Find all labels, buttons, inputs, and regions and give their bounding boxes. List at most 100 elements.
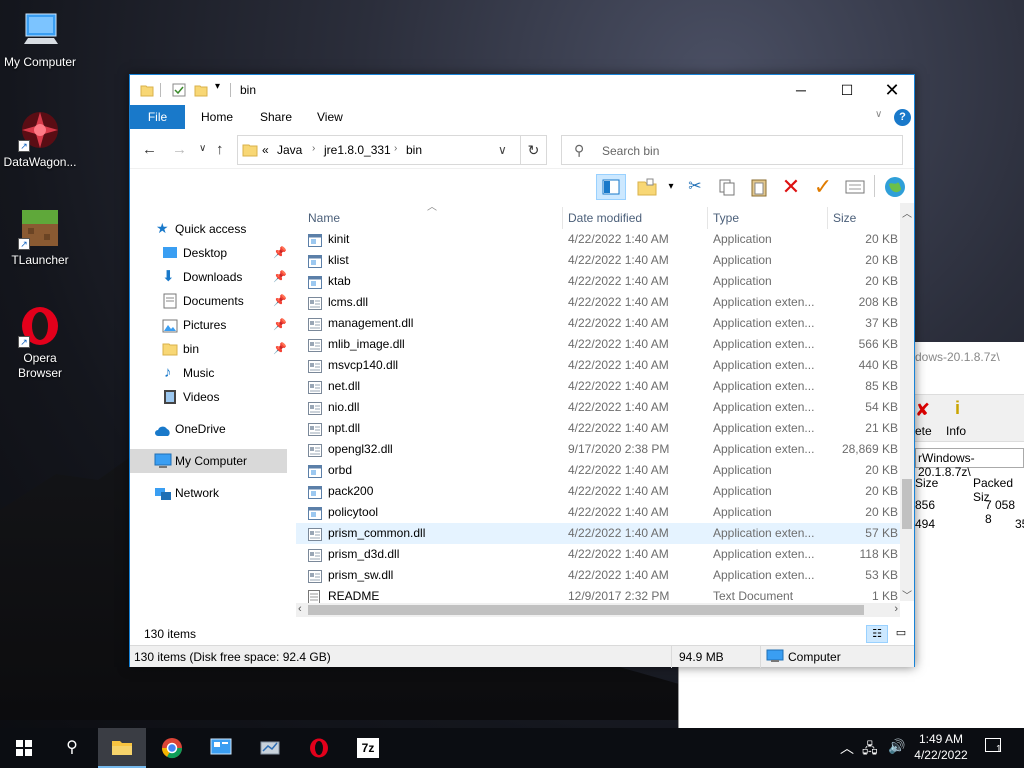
table-row[interactable]: lcms.dll 4/22/2022 1:40 AM Application ext… <box>296 292 900 313</box>
address-dropdown-chevron-icon[interactable]: ∨ <box>498 143 507 157</box>
table-row[interactable]: npt.dll 4/22/2022 1:40 AM Application exte… <box>296 418 900 439</box>
cut-icon[interactable]: ✂ <box>682 174 708 200</box>
pin-icon[interactable]: 📌 <box>273 337 287 361</box>
table-row[interactable]: opengl32.dll 9/17/2020 2:38 PM Application… <box>296 439 900 460</box>
nav-my-computer[interactable]: My Computer <box>130 449 287 473</box>
scroll-down-arrow-icon[interactable]: ﹀ <box>902 587 912 602</box>
bg-window-path[interactable]: rWindows-20.1.8.7z\ <box>915 448 1024 479</box>
customize-qa-chevron-icon[interactable]: ▾ <box>215 81 220 92</box>
expand-ribbon-chevron-icon[interactable]: ∨ <box>875 109 882 120</box>
pin-icon[interactable]: 📌 <box>273 241 287 265</box>
title-bar[interactable]: ▾ bin ─ ☐ ✕ <box>130 75 914 105</box>
scroll-right-arrow-icon[interactable]: › <box>894 603 898 615</box>
checkmark-icon[interactable]: ✓ <box>810 174 836 200</box>
table-row[interactable]: policytool 4/22/2022 1:40 AM Application 20… <box>296 502 900 523</box>
paste-icon[interactable] <box>746 174 772 200</box>
table-row[interactable]: ktab 4/22/2022 1:40 AM Application 20 KB <box>296 271 900 292</box>
nav-documents[interactable]: Documents 📌 <box>130 289 292 313</box>
info-icon[interactable]: i <box>955 398 960 419</box>
table-row[interactable]: kinit 4/22/2022 1:40 AM Application 20 KB <box>296 229 900 250</box>
breadcrumb-overflow[interactable]: « <box>262 143 269 157</box>
desktop-icon-tlauncher[interactable]: ↗ TLauncher <box>0 206 80 268</box>
column-header-type[interactable]: Type <box>713 207 739 229</box>
globe-icon[interactable] <box>882 174 908 200</box>
back-arrow-icon[interactable]: ← <box>142 141 157 158</box>
search-icon[interactable]: ⚲ <box>48 728 96 768</box>
refresh-button[interactable]: ↻ <box>520 135 547 165</box>
network-icon[interactable]: 🖧 <box>862 738 878 762</box>
opera-icon[interactable] <box>295 728 343 768</box>
delete-icon[interactable]: ✘ <box>915 400 930 421</box>
tab-home[interactable]: Home <box>187 105 247 129</box>
nav-downloads[interactable]: ⬇ Downloads 📌 <box>130 265 292 289</box>
nav-pictures[interactable]: Pictures 📌 <box>130 313 292 337</box>
nav-videos[interactable]: Videos <box>130 385 292 409</box>
network-tool-icon[interactable] <box>246 728 294 768</box>
breadcrumb-separator-icon[interactable]: › <box>312 143 315 154</box>
pin-icon[interactable]: 📌 <box>273 289 287 313</box>
breadcrumb-java[interactable]: Java <box>277 143 302 157</box>
address-bar[interactable]: « Java › jre1.8.0_331 › bin ∨ <box>237 135 547 165</box>
properties-icon[interactable] <box>172 83 186 100</box>
file-explorer-icon[interactable] <box>98 728 146 768</box>
nav-onedrive[interactable]: OneDrive <box>130 417 292 441</box>
bg-col-size[interactable]: Size <box>915 476 938 490</box>
breadcrumb-jre[interactable]: jre1.8.0_331 <box>324 143 391 157</box>
up-arrow-icon[interactable]: ↑ <box>216 141 224 158</box>
column-separator[interactable] <box>827 207 828 229</box>
7zip-icon[interactable]: 7z <box>344 728 392 768</box>
table-row[interactable]: orbd 4/22/2022 1:40 AM Application 20 KB <box>296 460 900 481</box>
copy-icon[interactable] <box>714 174 740 200</box>
column-separator[interactable] <box>562 207 563 229</box>
close-button[interactable]: ✕ <box>869 75 915 105</box>
minimize-button[interactable]: ─ <box>778 75 824 105</box>
forward-arrow-icon[interactable]: → <box>172 141 187 158</box>
properties-icon[interactable] <box>842 174 868 200</box>
table-row[interactable]: prism_common.dll 4/22/2022 1:40 AM Applica… <box>296 523 900 544</box>
table-row[interactable]: net.dll 4/22/2022 1:40 AM Application exte… <box>296 376 900 397</box>
volume-icon[interactable]: 🔊 <box>888 738 905 755</box>
file-explorer-window[interactable]: ▾ bin ─ ☐ ✕ File Home Share View ∨ ? ← →… <box>129 74 915 668</box>
pin-icon[interactable]: 📌 <box>273 265 287 289</box>
column-separator[interactable] <box>707 207 708 229</box>
scroll-up-arrow-icon[interactable]: ︿ <box>902 205 912 220</box>
table-row[interactable]: klist 4/22/2022 1:40 AM Application 20 KB <box>296 250 900 271</box>
nav-network[interactable]: Network <box>130 481 292 505</box>
table-row[interactable]: msvcp140.dll 4/22/2022 1:40 AM Application… <box>296 355 900 376</box>
pin-icon[interactable]: 📌 <box>273 313 287 337</box>
table-row[interactable]: mlib_image.dll 4/22/2022 1:40 AM Applicati… <box>296 334 900 355</box>
horizontal-scroll-thumb[interactable] <box>308 605 864 615</box>
nav-music[interactable]: ♪ Music <box>130 361 292 385</box>
breadcrumb-separator-icon[interactable]: › <box>394 143 397 154</box>
dropdown-chevron-icon[interactable]: ▾ <box>658 174 684 200</box>
maximize-button[interactable]: ☐ <box>824 75 870 105</box>
desktop-icon-datawagon[interactable]: ↗ DataWagon... <box>0 108 80 170</box>
notification-center-icon[interactable]: 1 <box>985 738 1002 755</box>
column-header-size[interactable]: Size <box>833 207 856 229</box>
column-header-date[interactable]: Date modified <box>568 207 642 229</box>
table-row[interactable]: management.dll 4/22/2022 1:40 AM Applicati… <box>296 313 900 334</box>
column-header-name[interactable]: Name <box>308 207 340 229</box>
details-view-icon[interactable]: ☷ <box>866 625 888 643</box>
breadcrumb-bin[interactable]: bin <box>406 143 422 157</box>
table-row[interactable]: prism_sw.dll 4/22/2022 1:40 AM Application… <box>296 565 900 586</box>
nav-desktop[interactable]: Desktop 📌 <box>130 241 292 265</box>
horizontal-scrollbar[interactable]: ‹ › <box>296 603 900 617</box>
help-icon[interactable]: ? <box>894 109 911 126</box>
tab-file[interactable]: File <box>130 105 185 129</box>
tray-overflow-chevron-icon[interactable]: ︿ <box>840 738 854 758</box>
control-panel-icon[interactable] <box>197 728 245 768</box>
nav-quick-access[interactable]: ★ Quick access <box>130 217 292 241</box>
clock[interactable]: 1:49 AM 4/22/2022 <box>913 732 969 762</box>
search-input[interactable]: ⚲ Search bin <box>561 135 903 165</box>
table-row[interactable]: pack200 4/22/2022 1:40 AM Application 20 KB <box>296 481 900 502</box>
desktop-icon-opera[interactable]: ↗ Opera Browser <box>0 304 80 381</box>
delete-icon[interactable]: ✕ <box>778 174 804 200</box>
nav-bin[interactable]: bin 📌 <box>130 337 292 361</box>
preview-pane-icon[interactable] <box>596 174 626 200</box>
recent-locations-chevron-icon[interactable]: ∨ <box>199 143 206 154</box>
large-icons-view-icon[interactable]: ▭ <box>890 625 912 643</box>
vertical-scroll-thumb[interactable] <box>902 479 912 529</box>
vertical-scrollbar[interactable]: ︿ ﹀ <box>900 203 914 602</box>
scroll-left-arrow-icon[interactable]: ‹ <box>298 603 302 615</box>
